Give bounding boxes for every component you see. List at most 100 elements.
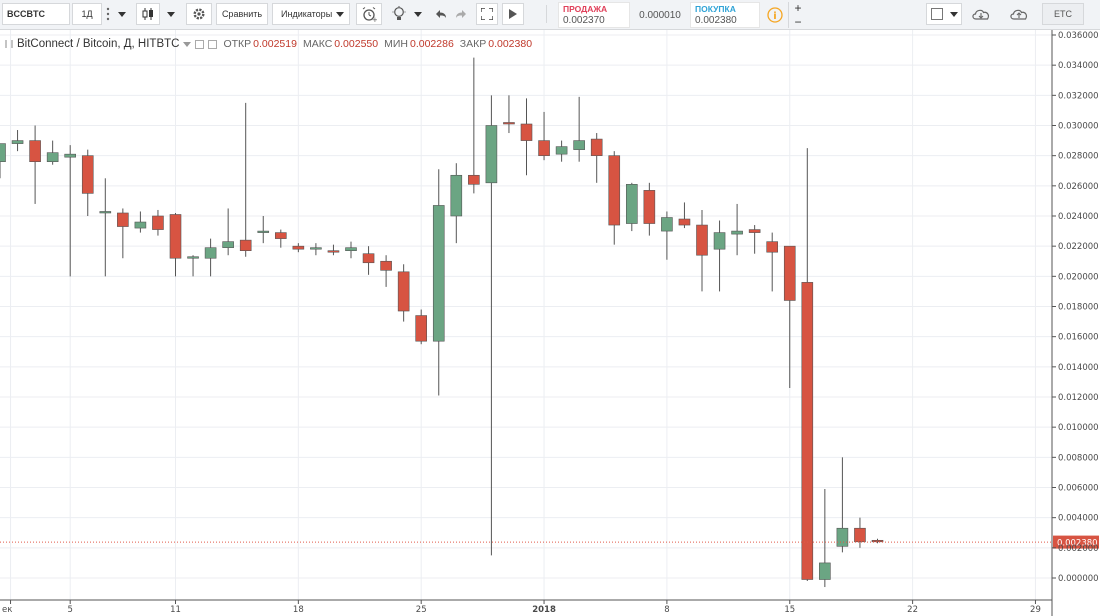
time-tick-label: 18	[293, 605, 304, 615]
candle-body	[538, 140, 550, 156]
candle-body	[415, 315, 428, 342]
cloud-download-icon	[972, 9, 990, 20]
more-vertical-icon[interactable]	[102, 3, 114, 25]
candle-body	[871, 539, 884, 543]
legend-settings-icon[interactable]	[195, 39, 205, 49]
candle-body	[643, 190, 656, 224]
candle-body	[152, 215, 164, 230]
time-tick-label: ек	[2, 605, 12, 615]
sell-button[interactable]: ПРОДАЖА 0.002370	[558, 2, 630, 28]
candle-body	[292, 245, 305, 250]
candle-body	[819, 562, 831, 580]
legend-dropdown-icon[interactable]	[183, 41, 192, 47]
candles-style-button[interactable]	[136, 3, 160, 25]
spread-box: 0.000010	[632, 2, 688, 28]
price-tick-label: 0.014000	[1058, 363, 1099, 373]
collapse-icon[interactable]	[4, 39, 14, 49]
interval-button[interactable]: 1Д	[72, 3, 102, 25]
candle-body	[64, 153, 76, 158]
price-tick-label: 0.024000	[1058, 212, 1099, 222]
undo-button[interactable]	[432, 3, 450, 25]
legend-hide-icon[interactable]	[208, 39, 218, 49]
high-label: МАКС	[302, 38, 333, 50]
templates-button[interactable]	[388, 3, 410, 25]
time-scale[interactable]: ек 5 11 18 25 2018 8 15 22 29	[0, 599, 1052, 615]
layout-button[interactable]	[926, 3, 962, 25]
gear-icon	[193, 8, 205, 20]
price-tick-label: 0.016000	[1058, 333, 1099, 343]
settings-button[interactable]	[186, 3, 212, 25]
candle-body	[573, 140, 585, 150]
candle-body	[397, 271, 410, 312]
interval-text: 1Д	[81, 9, 93, 19]
candle-body	[713, 232, 726, 250]
price-tick-label: 0.030000	[1058, 122, 1099, 132]
buy-button[interactable]: ПОКУПКА 0.002380	[690, 2, 760, 28]
fullscreen-icon	[481, 8, 493, 20]
time-tick-label: 11	[170, 605, 181, 615]
replay-button[interactable]	[502, 3, 524, 25]
fullscreen-button[interactable]	[476, 3, 498, 25]
buy-label: ПОКУПКА	[695, 4, 736, 14]
cloud-save-button[interactable]	[1006, 3, 1032, 25]
open-value: 0.002519	[253, 38, 297, 50]
separator	[788, 2, 789, 28]
price-tick-label: 0.036000	[1058, 31, 1099, 41]
candle-body	[748, 229, 761, 233]
price-tick-label: 0.032000	[1058, 91, 1099, 101]
alarm-clock-icon: +	[362, 7, 377, 22]
compare-button[interactable]: Сравнить	[216, 3, 268, 25]
square-layout-icon	[931, 8, 943, 20]
zoom-out-button[interactable]: −	[792, 15, 804, 29]
symbol-search-input[interactable]: BCCBTC	[2, 3, 70, 25]
price-tick-label: 0.034000	[1058, 61, 1099, 71]
time-tick-label: 29	[1030, 605, 1041, 615]
candle-body	[257, 230, 270, 233]
candle-body	[661, 217, 673, 232]
candle-body	[327, 250, 340, 253]
price-tick-label: 0.020000	[1058, 272, 1099, 282]
candle-body	[468, 174, 480, 185]
candle-body	[854, 527, 866, 543]
price-tick-label: 0.000000	[1058, 574, 1099, 584]
close-value: 0.002380	[488, 38, 533, 50]
price-chart[interactable]: 0.002380 0.036000 0.034000 0.032000 0.03000…	[0, 30, 1100, 616]
redo-button[interactable]	[452, 3, 470, 25]
candle-body	[520, 123, 533, 141]
low-label: МИН	[384, 38, 408, 50]
candle-body	[362, 253, 375, 264]
price-tick-label: 0.022000	[1058, 242, 1099, 252]
alert-button[interactable]: +	[356, 3, 382, 25]
candle-body	[274, 232, 287, 239]
candle-body	[134, 221, 147, 229]
price-tick-label: 0.012000	[1058, 393, 1099, 403]
price-tick-label: 0.004000	[1058, 514, 1099, 524]
info-icon: i	[767, 7, 783, 23]
close-label: ЗАКР	[459, 38, 487, 50]
candle-body	[187, 256, 199, 259]
cloud-load-button[interactable]	[968, 3, 994, 25]
spread-value: 0.000010	[639, 9, 681, 21]
candle-body	[696, 224, 708, 256]
candle-body	[801, 282, 814, 580]
indicators-button[interactable]: Индикаторы	[272, 3, 350, 25]
price-tick-label: 0.018000	[1058, 303, 1099, 313]
candle-body	[345, 247, 357, 251]
candle-body	[485, 125, 498, 184]
interval-dropdown-icon[interactable]	[116, 3, 128, 25]
zoom-in-button[interactable]: +	[792, 1, 804, 15]
chart-style-dropdown-icon[interactable]	[164, 3, 178, 25]
candle-body	[11, 140, 24, 144]
info-button[interactable]: i	[764, 2, 786, 28]
svg-text:i: i	[773, 11, 776, 22]
candle-body	[678, 218, 691, 226]
candle-body	[380, 260, 392, 271]
price-scale[interactable]: 0.036000 0.034000 0.032000 0.030000 0.028000…	[1051, 30, 1099, 616]
candle-body	[81, 155, 94, 194]
sell-label: ПРОДАЖА	[563, 4, 608, 14]
currency-button[interactable]: ETC	[1042, 3, 1084, 25]
toolbar: BCCBTC 1Д Сравнить Индикаторы + ПРОДАЖА …	[0, 0, 1100, 30]
templates-dropdown-icon[interactable]	[412, 3, 424, 25]
candle-body	[310, 247, 322, 250]
candle-body	[239, 239, 252, 251]
